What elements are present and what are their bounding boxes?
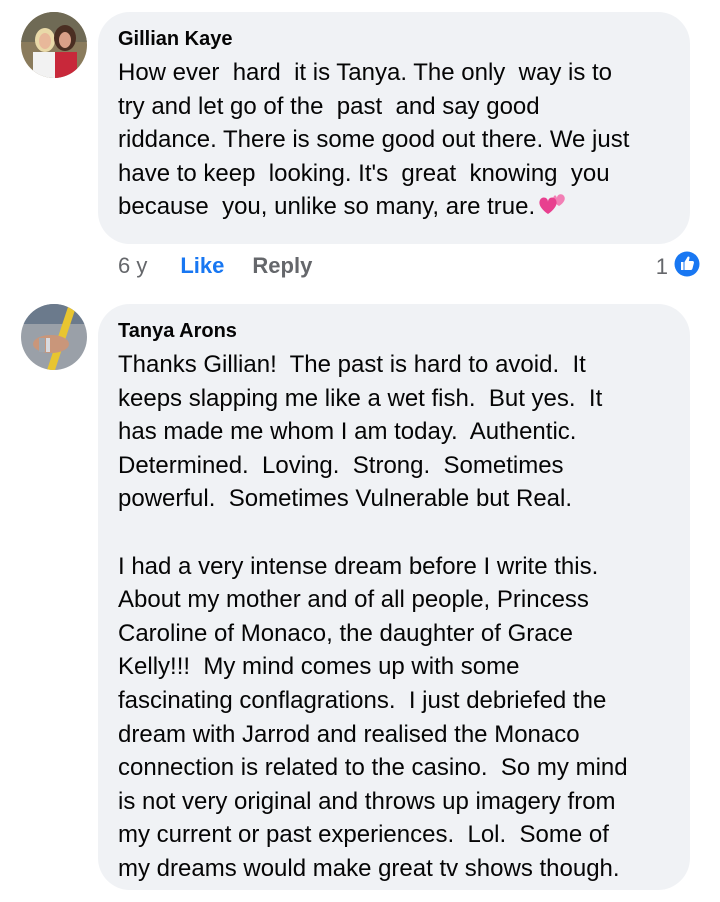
comment-text: Thanks Gillian! The past is hard to avoi…: [118, 351, 628, 882]
comment-bubble: Gillian Kaye How ever hard it is Tanya. …: [98, 12, 690, 244]
reaction-count: 1: [655, 254, 668, 279]
avatar-tanya-arons[interactable]: [21, 304, 87, 370]
two-hearts-icon: [539, 192, 567, 228]
comment-bubble: Tanya Arons Thanks Gillian! The past is …: [98, 304, 690, 890]
comment-author[interactable]: Gillian Kaye: [118, 26, 670, 52]
comment-author[interactable]: Tanya Arons: [118, 318, 670, 344]
like-button[interactable]: Like: [180, 253, 224, 279]
avatar-gillian-kaye[interactable]: [21, 12, 87, 78]
reaction-summary[interactable]: 1: [656, 251, 700, 283]
like-reaction-icon: [674, 251, 700, 283]
comment-timestamp[interactable]: 6 y: [118, 253, 147, 279]
comment-actions: 6 y Like Reply: [118, 252, 312, 280]
comment-text: How ever hard it is Tanya. The only way …: [118, 56, 670, 228]
reply-button[interactable]: Reply: [252, 253, 312, 279]
